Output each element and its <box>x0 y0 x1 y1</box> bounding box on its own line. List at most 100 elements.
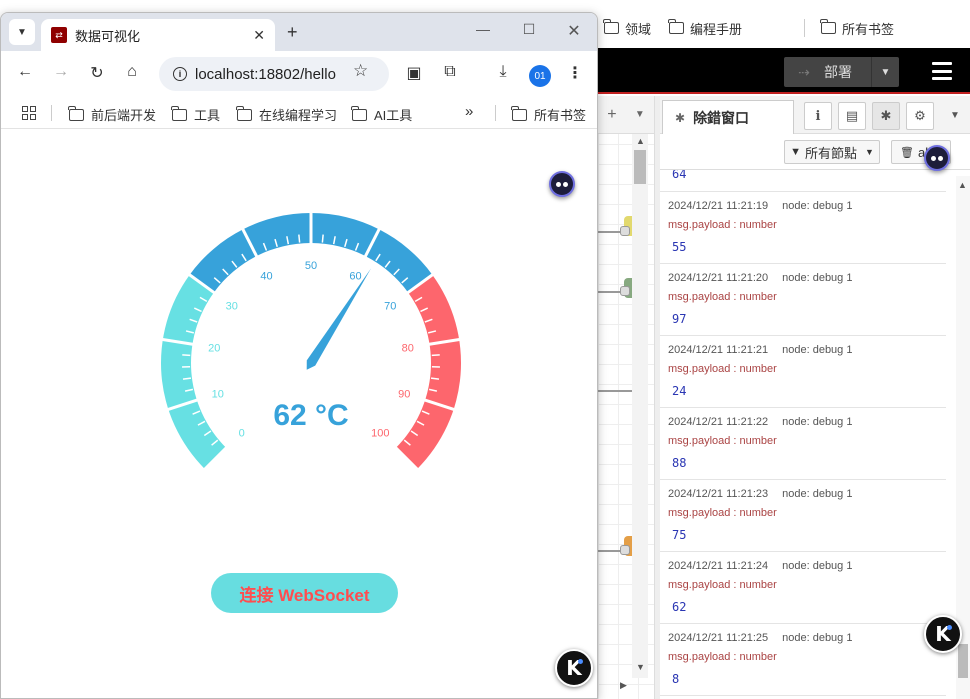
download-icon[interactable]: ⤓ <box>492 63 514 81</box>
gauge-tick-label: 50 <box>305 260 317 272</box>
gauge-band-0 <box>160 274 227 470</box>
chevron-down-icon[interactable]: ▼ <box>950 110 960 121</box>
list-item[interactable]: 2024/12/21 11:21:20 node: debug 1 msg.pay… <box>660 264 946 336</box>
new-tab-icon[interactable]: + <box>287 22 298 43</box>
list-item[interactable]: 2024/12/21 11:21:19 node: debug 1 msg.pay… <box>660 192 946 264</box>
gauge-pointer <box>306 268 372 370</box>
gear-icon[interactable]: ⚙ <box>906 102 934 130</box>
assistant-eyes-icon[interactable] <box>549 171 575 197</box>
maximize-icon[interactable]: ☐ <box>519 21 539 38</box>
msg-node[interactable]: node: debug 1 <box>782 416 852 428</box>
msg-node[interactable]: node: debug 1 <box>782 488 852 500</box>
scroll-up-icon[interactable]: ▲ <box>636 136 645 146</box>
flow-wire <box>598 390 632 392</box>
reload-icon[interactable]: ↻ <box>86 63 108 83</box>
k-assistant-icon[interactable]: K <box>555 649 593 687</box>
gauge-tick-label: 0 <box>239 427 245 439</box>
extension-icon[interactable]: ▣ <box>403 63 425 83</box>
bug-icon[interactable]: ✱ <box>872 102 900 130</box>
msg-node[interactable]: node: debug 1 <box>782 272 852 284</box>
list-item: 64 <box>660 170 946 192</box>
filter-nodes-button[interactable]: ▼ 所有節點 ▼ <box>784 140 880 164</box>
list-item[interactable]: 2024/12/21 11:21:24 node: debug 1 msg.pay… <box>660 552 946 624</box>
list-item[interactable]: 2024/12/21 11:21:22 node: debug 1 msg.pay… <box>660 408 946 480</box>
node-port[interactable] <box>620 226 630 236</box>
debug-scrollbar[interactable] <box>956 176 970 699</box>
profile-label: 01 <box>534 70 546 82</box>
book-icon[interactable]: ▤ <box>838 102 866 130</box>
gauge-tick-label: 20 <box>208 343 220 355</box>
workspace-scroll-thumb[interactable] <box>634 150 646 184</box>
profile-avatar[interactable]: 01 <box>529 65 551 87</box>
bookmark-bar: 前后端开发 工具 在线编程学习 AI工具 » 所有书签 <box>1 97 597 129</box>
msg-topic: msg.payload : number <box>668 579 777 591</box>
debug-message-list[interactable]: 64 2024/12/21 11:21:19 node: debug 1 msg.… <box>660 170 946 699</box>
msg-node[interactable]: node: debug 1 <box>782 344 852 356</box>
workspace-scrollbar[interactable] <box>632 134 648 678</box>
msg-time: 2024/12/21 11:21:19 <box>668 200 769 212</box>
bookmark-label: 工具 <box>194 108 221 123</box>
close-icon[interactable]: ✕ <box>253 27 265 44</box>
minimize-icon[interactable]: — <box>473 21 493 37</box>
tab-title: 数据可视化 <box>75 28 141 44</box>
msg-time: 2024/12/21 11:21:20 <box>668 272 769 284</box>
gauge-tick-label: 10 <box>212 388 224 400</box>
site-info-icon[interactable]: i <box>173 67 187 81</box>
menu-icon[interactable] <box>932 62 952 80</box>
bookmark-all[interactable]: 所有书签 <box>511 105 586 124</box>
connect-websocket-button[interactable]: 连接 WebSocket <box>211 573 398 613</box>
assistant-eyes-icon[interactable] <box>924 145 950 171</box>
deploy-icon: ⇢ <box>798 63 810 80</box>
more-bookmarks-icon[interactable]: » <box>465 103 473 120</box>
msg-value: 24 <box>672 384 687 398</box>
msg-node[interactable]: node: debug 1 <box>782 200 852 212</box>
bookmark-star-icon[interactable]: ☆ <box>353 61 368 81</box>
chevron-down-icon[interactable]: ▼ <box>871 57 899 87</box>
browser-tab[interactable]: ⇄ 数据可视化 ✕ <box>41 19 275 51</box>
msg-node[interactable]: node: debug 1 <box>782 560 852 572</box>
list-item[interactable]: 2024/12/21 11:21:21 node: debug 1 msg.pay… <box>660 336 946 408</box>
url-text[interactable]: localhost:18802/hello <box>195 66 336 83</box>
apps-grid-icon[interactable] <box>22 106 36 120</box>
bookmark-label: AI工具 <box>374 108 413 123</box>
chevron-down-icon[interactable]: ▼ <box>635 109 645 120</box>
forward-icon[interactable]: → <box>50 63 72 81</box>
folder-icon <box>668 19 685 34</box>
add-tab-icon[interactable]: + <box>607 106 616 124</box>
more-menu-icon[interactable]: ⋮ <box>564 63 586 83</box>
bookmark-folder-ai[interactable]: AI工具 <box>351 105 413 124</box>
bookmark-folder-dev[interactable]: 前后端开发 <box>68 105 156 124</box>
flow-wire <box>598 291 620 293</box>
k-assistant-icon[interactable]: K <box>924 615 962 653</box>
list-item[interactable]: 2024/12/21 11:21:23 node: debug 1 msg.pay… <box>660 480 946 552</box>
bookmark-folder-tools[interactable]: 工具 <box>171 105 221 124</box>
deploy-button[interactable]: ⇢ 部署 ▼ <box>784 57 899 87</box>
node-port[interactable] <box>620 286 630 296</box>
gauge-tick <box>430 377 440 380</box>
debug-scroll-thumb[interactable] <box>958 644 968 678</box>
bookmark-all[interactable]: 所有书签 <box>820 19 894 38</box>
bookmark-folder-learning[interactable]: 在线编程学习 <box>236 105 337 124</box>
node-port[interactable] <box>620 545 630 555</box>
list-item[interactable]: 2024/12/21 11:21:25 node: debug 1 msg.pay… <box>660 624 946 696</box>
back-icon[interactable]: ← <box>14 63 36 81</box>
bookmark-separator <box>804 19 806 37</box>
bookmark-separator <box>51 105 52 121</box>
msg-value: 8 <box>672 672 680 686</box>
home-icon[interactable]: ⌂ <box>121 63 143 81</box>
tab-debug[interactable]: ✱ 除錯窗口 <box>662 100 794 135</box>
bookmark-folder-domain[interactable]: 领域 <box>603 19 651 38</box>
scroll-right-icon[interactable]: ▶ <box>620 680 627 691</box>
close-window-icon[interactable]: ✕ <box>564 21 584 41</box>
msg-time: 2024/12/21 11:21:21 <box>668 344 769 356</box>
msg-time: 2024/12/21 11:21:25 <box>668 632 769 644</box>
browser-window: ▼ ⇄ 数据可视化 ✕ + — ☐ ✕ ← → ↻ ⌂ i localhost:… <box>0 12 598 699</box>
scroll-up-icon[interactable]: ▲ <box>958 180 967 190</box>
msg-node[interactable]: node: debug 1 <box>782 632 852 644</box>
scroll-down-icon[interactable]: ▼ <box>636 662 645 672</box>
info-icon[interactable]: i <box>804 102 832 130</box>
puzzle-icon[interactable]: ⧉ <box>439 63 461 81</box>
tab-search-icon[interactable]: ▼ <box>9 19 35 45</box>
tab-debug-label: 除錯窗口 <box>693 110 750 126</box>
bookmark-folder-manual[interactable]: 编程手册 <box>668 19 742 38</box>
